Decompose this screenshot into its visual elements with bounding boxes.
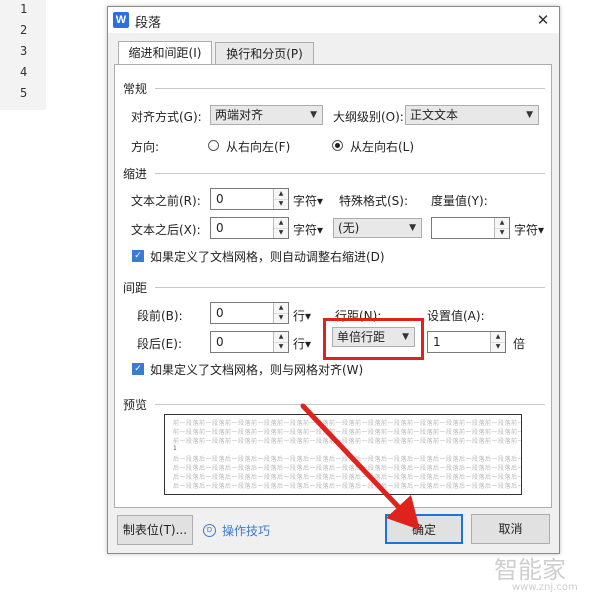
alignment-label: 对齐方式(G): (131, 110, 202, 124)
setting-value: 1 (433, 335, 441, 349)
spacing-grid-checkbox[interactable]: ✓ (132, 363, 144, 375)
preview-next-line: 后一段落后一段落后一段落后一段落后一段落后一段落后一段落后一段落后一段落后一段落… (173, 465, 522, 472)
play-circle-icon[interactable]: D (203, 524, 216, 537)
space-after-unit[interactable]: 行▾ (293, 335, 311, 352)
line-number: 5 (20, 86, 28, 100)
measure-input[interactable]: ▲ ▼ (431, 217, 510, 239)
line-number: 2 (20, 23, 28, 37)
preview-next-line: 后一段落后一段落后一段落后一段落后一段落后一段落后一段落后一段落后一段落后一段落… (173, 456, 522, 463)
indent-before-label: 文本之前(R): (131, 194, 201, 208)
tab-stops-button[interactable]: 制表位(T)... (117, 515, 193, 545)
watermark-url: www.znj.com (512, 582, 578, 593)
cancel-button[interactable]: 取消 (471, 514, 550, 544)
indent-after-label: 文本之后(X): (131, 223, 201, 237)
line-spacing-select[interactable]: 单倍行距 ▼ (332, 327, 415, 347)
spinner-buttons: ▲ ▼ (273, 303, 288, 323)
special-format-select[interactable]: (无) ▼ (333, 218, 422, 238)
divider (155, 404, 545, 405)
space-before-unit[interactable]: 行▾ (293, 307, 311, 324)
measure-label: 度量值(Y): (431, 194, 488, 208)
chevron-down-icon: ▼ (526, 110, 533, 120)
indent-after-value: 0 (216, 221, 224, 235)
spin-down-icon[interactable]: ▼ (274, 313, 288, 323)
chevron-down-icon: ▼ (310, 110, 317, 120)
watermark-brand: 智能家 (494, 556, 566, 584)
section-preview: 预览 (123, 396, 151, 413)
indent-grid-checkbox[interactable]: ✓ (132, 250, 144, 262)
spin-down-icon[interactable]: ▼ (274, 342, 288, 352)
preview-next-line: 后一段落后一段落后一段落后一段落后一段落后一段落后一段落后一段落后一段落后一段落… (173, 483, 522, 490)
section-indent: 缩进 (123, 165, 151, 182)
setting-value-label: 设置值(A): (427, 309, 485, 323)
space-after-input[interactable]: 0 ▲ ▼ (210, 331, 289, 353)
indent-before-input[interactable]: 0 ▲ ▼ (210, 188, 289, 210)
line-number-gutter: 1 2 3 4 5 (0, 0, 46, 110)
space-before-label: 段前(B): (137, 309, 183, 323)
tips-link[interactable]: 操作技巧 (222, 522, 270, 539)
space-after-value: 0 (216, 335, 224, 349)
line-number: 4 (20, 65, 28, 79)
special-format-label: 特殊格式(S): (339, 194, 409, 208)
spin-down-icon[interactable]: ▼ (274, 228, 288, 238)
indent-before-unit[interactable]: 字符▾ (293, 192, 323, 209)
ltr-label[interactable]: 从左向右(L) (350, 138, 414, 155)
alignment-value: 两端对齐 (215, 108, 264, 122)
indent-before-value: 0 (216, 192, 224, 206)
tab-line-page-breaks[interactable]: 换行和分页(P) (215, 42, 314, 66)
dialog-title: 段落 (135, 16, 162, 31)
spinner-buttons: ▲ ▼ (273, 218, 288, 238)
line-number: 1 (20, 2, 28, 16)
line-number: 3 (20, 44, 28, 58)
spin-down-icon[interactable]: ▼ (491, 342, 505, 352)
indent-after-unit[interactable]: 字符▾ (293, 221, 323, 238)
spinner-buttons: ▲ ▼ (494, 218, 509, 238)
setting-value-input[interactable]: 1 ▲ ▼ (427, 331, 506, 353)
rtl-label[interactable]: 从右向左(F) (226, 138, 290, 155)
preview-prev-line: 前一段落前一段落前一段落前一段落前一段落前一段落前一段落前一段落前一段落前一段落… (173, 420, 522, 427)
outline-level-select[interactable]: 正文文本 ▼ (405, 105, 539, 125)
direction-label: 方向: (131, 140, 160, 154)
spin-down-icon[interactable]: ▼ (495, 228, 509, 238)
indent-after-input[interactable]: 0 ▲ ▼ (210, 217, 289, 239)
measure-unit[interactable]: 字符▾ (514, 221, 544, 238)
tab-panel: 常规 对齐方式(G): 两端对齐 ▼ 大纲级别(O): 正文文本 ▼ 方向: 从… (114, 64, 552, 508)
preview-box: 前一段落前一段落前一段落前一段落前一段落前一段落前一段落前一段落前一段落前一段落… (164, 414, 522, 495)
space-before-value: 0 (216, 306, 224, 320)
preview-next-line: 后一段落后一段落后一段落后一段落后一段落后一段落后一段落后一段落后一段落后一段落… (173, 474, 522, 481)
preview-prev-line: 前一段落前一段落前一段落前一段落前一段落前一段落前一段落前一段落前一段落前一段落… (173, 438, 522, 445)
spacing-grid-label[interactable]: 如果定义了文档网格，则与网格对齐(W) (150, 361, 363, 378)
spinner-buttons: ▲ ▼ (273, 332, 288, 352)
space-after-label: 段后(E): (137, 337, 182, 351)
divider (155, 287, 545, 288)
divider (155, 88, 545, 89)
outline-level-value: 正文文本 (410, 108, 459, 122)
indent-grid-label[interactable]: 如果定义了文档网格，则自动调整右缩进(D) (150, 248, 385, 265)
outline-level-label: 大纲级别(O): (333, 110, 404, 124)
paragraph-dialog: W 段落 ✕ 缩进和间距(I) 换行和分页(P) 常规 对齐方式(G): 两端对… (107, 6, 560, 554)
line-spacing-value: 单倍行距 (337, 330, 386, 344)
spin-down-icon[interactable]: ▼ (274, 199, 288, 209)
divider (155, 173, 545, 174)
close-icon[interactable]: ✕ (532, 9, 554, 31)
chevron-down-icon: ▼ (409, 223, 416, 233)
alignment-select[interactable]: 两端对齐 ▼ (210, 105, 323, 125)
rtl-radio[interactable] (208, 140, 219, 151)
section-spacing: 间距 (123, 279, 151, 296)
space-before-input[interactable]: 0 ▲ ▼ (210, 302, 289, 324)
chevron-down-icon: ▼ (402, 332, 409, 342)
title-bar[interactable]: W 段落 ✕ (108, 7, 559, 33)
special-format-value: (无) (338, 221, 360, 235)
wps-app-icon: W (113, 12, 129, 28)
preview-prev-line: 前一段落前一段落前一段落前一段落前一段落前一段落前一段落前一段落前一段落前一段落… (173, 429, 522, 436)
setting-value-unit: 倍 (513, 337, 526, 351)
spinner-buttons: ▲ ▼ (273, 189, 288, 209)
spinner-buttons: ▲ ▼ (490, 332, 505, 352)
ok-button[interactable]: 确定 (385, 514, 463, 544)
preview-current-line: 1 (173, 445, 178, 452)
ltr-radio[interactable] (332, 140, 343, 151)
section-general: 常规 (123, 80, 151, 97)
